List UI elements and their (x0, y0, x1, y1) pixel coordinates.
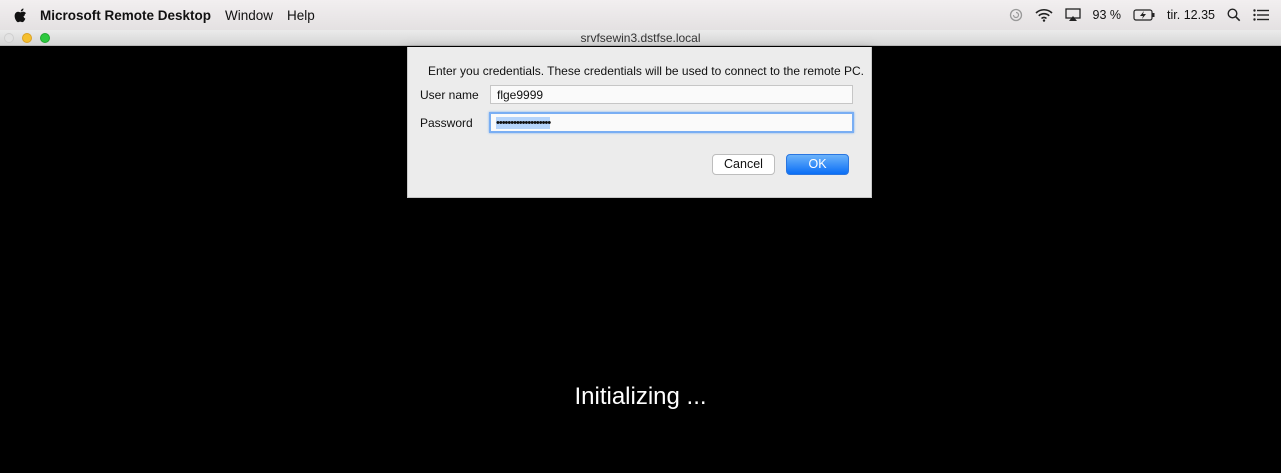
dialog-message: Enter you credentials. These credentials… (428, 64, 865, 78)
battery-percent: 93 % (1092, 8, 1122, 22)
close-window-button[interactable] (4, 33, 14, 43)
sync-icon[interactable] (1009, 8, 1023, 22)
airplay-icon[interactable] (1064, 8, 1081, 22)
wifi-icon[interactable] (1034, 8, 1053, 22)
ok-button[interactable]: OK (786, 154, 849, 175)
username-field[interactable]: flge9999 (490, 85, 853, 104)
cancel-button[interactable]: Cancel (712, 154, 775, 175)
window-title-bar[interactable]: srvfsewin3.dstfse.local (0, 30, 1281, 46)
battery-icon[interactable] (1133, 9, 1155, 21)
initializing-status: Initializing ... (574, 383, 707, 410)
username-label: User name (420, 88, 479, 102)
menu-app-name[interactable]: Microsoft Remote Desktop (40, 8, 211, 23)
credentials-dialog: Enter you credentials. These credentials… (407, 47, 872, 198)
apple-menu-icon[interactable] (0, 5, 40, 26)
menu-bar: Microsoft Remote Desktop Window Help 93 … (0, 0, 1281, 30)
password-value: ••••••••••••••••••• (496, 117, 551, 129)
password-label: Password (420, 116, 473, 130)
menu-help[interactable]: Help (287, 8, 315, 23)
notification-center-icon[interactable] (1253, 9, 1269, 21)
menu-window[interactable]: Window (225, 8, 273, 23)
zoom-window-button[interactable] (40, 33, 50, 43)
username-value: flge9999 (497, 88, 544, 102)
password-field[interactable]: ••••••••••••••••••• (489, 112, 854, 133)
window-title: srvfsewin3.dstfse.local (580, 31, 701, 45)
minimize-window-button[interactable] (22, 33, 32, 43)
clock[interactable]: tir. 12.35 (1167, 8, 1215, 22)
spotlight-search-icon[interactable] (1227, 8, 1241, 22)
status-area: 93 % tir. 12.35 (1009, 0, 1269, 30)
